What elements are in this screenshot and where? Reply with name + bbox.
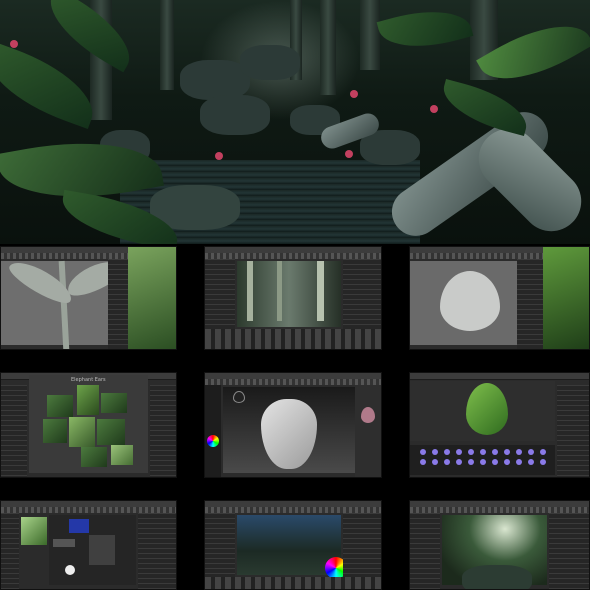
rock xyxy=(462,565,532,589)
screenshot-leaf-sculpt xyxy=(204,372,382,478)
reference-photo xyxy=(97,419,125,445)
reference-photo xyxy=(543,247,589,349)
screenshot-bamboo-render xyxy=(204,246,382,350)
material-viewport xyxy=(410,381,555,441)
outliner-panel xyxy=(410,513,440,589)
reference-canvas: Elephant Ears xyxy=(29,375,148,473)
node-icon[interactable] xyxy=(444,449,450,455)
preview-sphere xyxy=(65,565,75,575)
flower xyxy=(10,40,18,48)
node-icon[interactable] xyxy=(540,449,546,455)
foliage-leaf xyxy=(376,0,474,59)
flower xyxy=(350,90,358,98)
render-viewport xyxy=(442,515,547,589)
node-icon[interactable] xyxy=(444,459,450,465)
board-title: Elephant Ears xyxy=(71,377,106,383)
outliner-panel xyxy=(1,513,19,589)
render-viewport xyxy=(237,261,341,327)
node-icon[interactable] xyxy=(456,449,462,455)
bamboo-stalk xyxy=(247,261,253,321)
reference-photo xyxy=(101,393,127,413)
flower xyxy=(430,105,438,113)
properties-panel xyxy=(138,513,176,589)
screenshot-node-editor xyxy=(0,500,177,590)
node-icon[interactable] xyxy=(540,459,546,465)
properties-panel xyxy=(557,385,589,477)
material-preview-icon[interactable] xyxy=(361,407,375,423)
sculpt-viewport xyxy=(223,387,355,473)
shader-node xyxy=(53,539,75,547)
reference-photo xyxy=(81,447,107,467)
node-icon[interactable] xyxy=(480,449,486,455)
node-icon[interactable] xyxy=(528,459,534,465)
node-icon[interactable] xyxy=(420,449,426,455)
reference-photo xyxy=(43,419,67,443)
normal-map-node xyxy=(69,519,89,533)
brush-panel xyxy=(355,385,381,477)
jungle-render-image xyxy=(0,0,590,244)
heart-leaf-sculpt xyxy=(261,399,317,469)
flower xyxy=(345,150,353,158)
screenshot-fern-uv xyxy=(409,246,590,350)
menu-bar xyxy=(410,373,589,380)
leaf-blade xyxy=(5,254,77,310)
bamboo-stalk xyxy=(277,261,282,321)
screenshot-lighting-pass xyxy=(204,500,382,590)
screenshot-final-lighting xyxy=(409,500,590,590)
green-leaf-preview xyxy=(466,383,508,435)
screenshot-leaf-material xyxy=(409,372,590,478)
fern-uv-map xyxy=(440,271,500,331)
reference-photo xyxy=(69,417,95,447)
page: Elephant Ears xyxy=(0,0,590,590)
rock xyxy=(200,95,270,135)
node-icon[interactable] xyxy=(468,459,474,465)
reference-photo xyxy=(77,385,99,415)
node-graph xyxy=(49,515,136,585)
node-icon[interactable] xyxy=(468,449,474,455)
tree-trunk xyxy=(320,0,336,95)
shader-node xyxy=(89,535,115,565)
node-icon[interactable] xyxy=(432,449,438,455)
outliner-panel xyxy=(1,385,27,477)
node-icon[interactable] xyxy=(492,449,498,455)
tool-shelf xyxy=(205,385,221,477)
node-icon[interactable] xyxy=(504,449,510,455)
rock xyxy=(240,45,300,80)
node-icon[interactable] xyxy=(456,459,462,465)
node-icon[interactable] xyxy=(516,459,522,465)
properties-panel xyxy=(549,513,589,589)
reference-photo xyxy=(111,445,133,465)
node-icon[interactable] xyxy=(480,459,486,465)
color-picker-icon[interactable] xyxy=(207,435,219,447)
screenshot-reference-board: Elephant Ears xyxy=(0,372,177,478)
viewport xyxy=(410,261,517,345)
reference-photo xyxy=(47,395,73,417)
brush-icon[interactable] xyxy=(233,391,245,403)
node-icon[interactable] xyxy=(504,459,510,465)
properties-panel xyxy=(150,385,176,477)
properties-panel xyxy=(108,259,128,349)
timeline xyxy=(205,577,381,589)
node-icon[interactable] xyxy=(528,449,534,455)
tree-trunk xyxy=(160,0,174,90)
bamboo-stalk xyxy=(317,261,324,321)
leaf-texture-preview xyxy=(21,517,47,545)
timeline xyxy=(205,329,381,349)
flower xyxy=(215,152,223,160)
node-icons-panel xyxy=(410,445,576,475)
node-icon[interactable] xyxy=(516,449,522,455)
leaf-stem xyxy=(58,260,70,349)
node-icon[interactable] xyxy=(492,459,498,465)
node-icon[interactable] xyxy=(420,459,426,465)
properties-panel xyxy=(517,259,543,349)
node-icon[interactable] xyxy=(432,459,438,465)
reference-photo xyxy=(128,247,176,349)
screenshot-leaf-modeling xyxy=(0,246,177,350)
tree-trunk xyxy=(360,0,380,70)
foliage-leaf xyxy=(437,78,533,137)
